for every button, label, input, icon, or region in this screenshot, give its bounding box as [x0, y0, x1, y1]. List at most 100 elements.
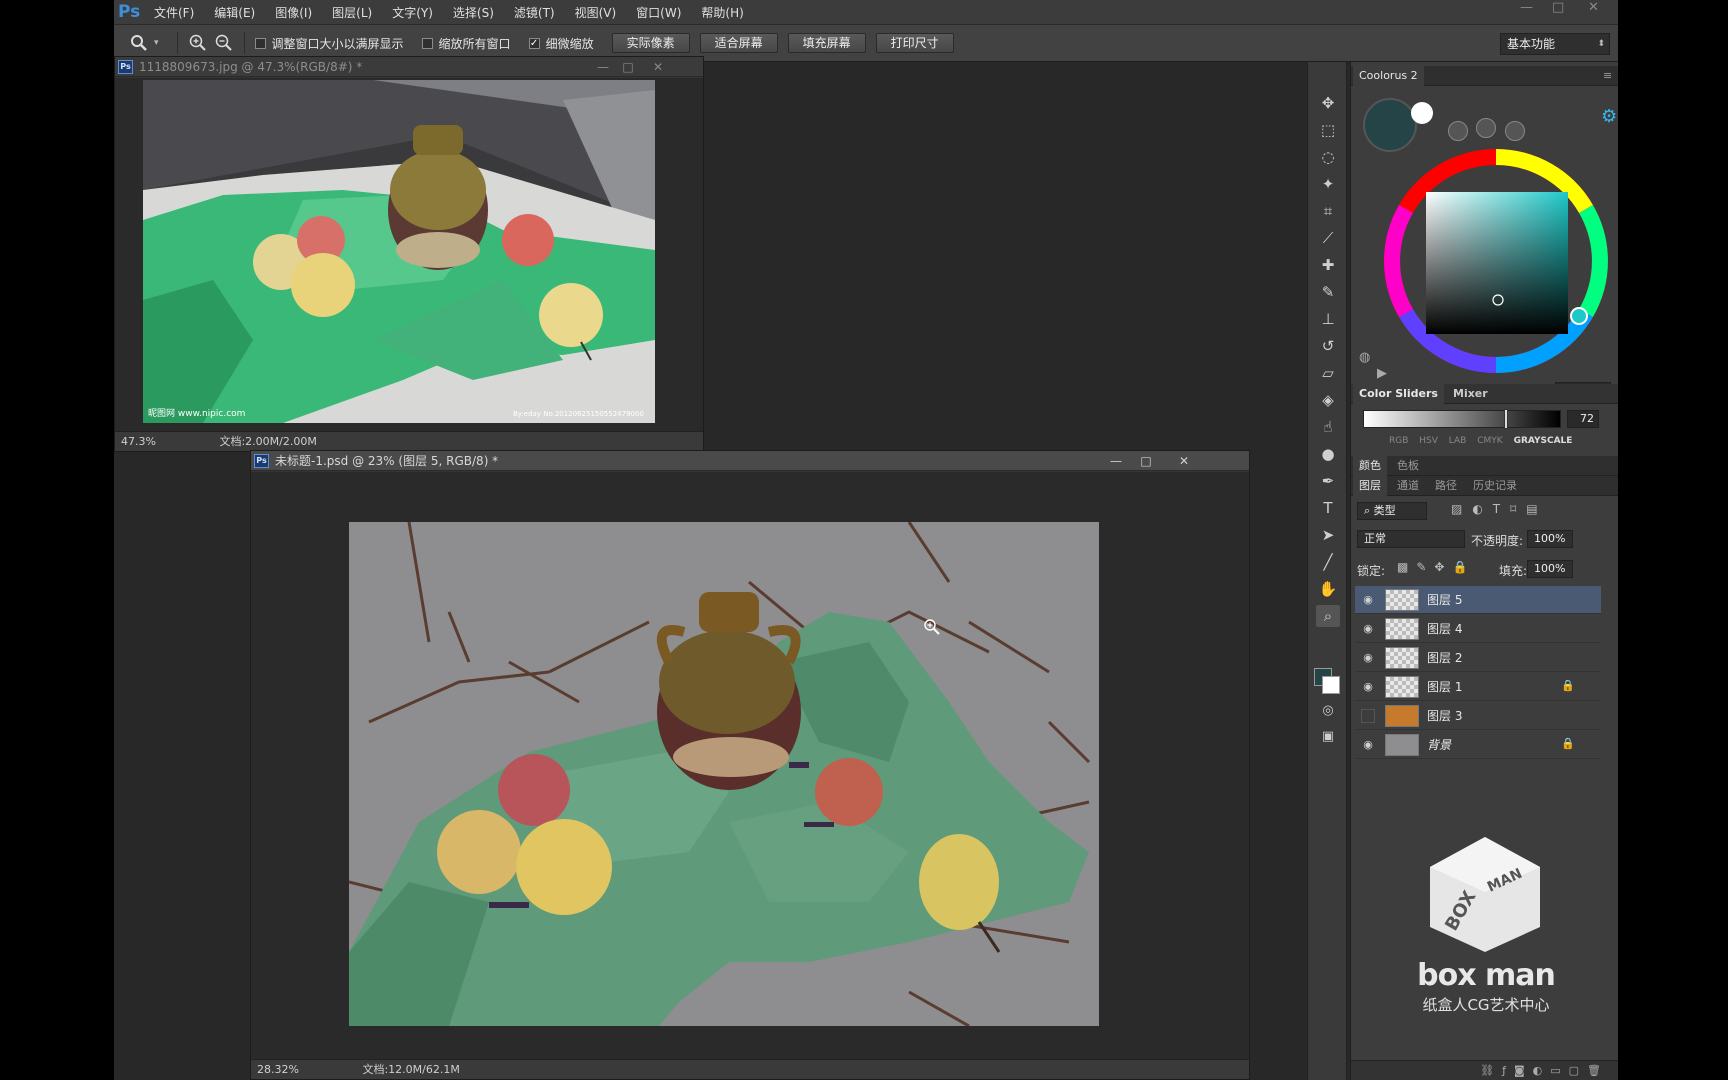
layer-row-background[interactable]: ◉ 背景 🔒 — [1355, 731, 1601, 759]
play-icon[interactable]: ▶ — [1377, 366, 1387, 381]
history-brush-tool-icon[interactable]: ↺ — [1316, 335, 1340, 357]
visibility-eye-icon[interactable]: ◉ — [1361, 680, 1375, 694]
harmony-icon[interactable] — [1476, 118, 1496, 138]
layers-footer-buttons[interactable]: ⛓ƒ◙◐▭▢🗑 — [1351, 1060, 1618, 1080]
harmony-icon[interactable] — [1448, 121, 1468, 141]
mode-cmyk[interactable]: CMYK — [1477, 436, 1502, 446]
layer-row-3[interactable]: 图层 3 — [1355, 702, 1601, 730]
path-selection-tool-icon[interactable]: ➤ — [1316, 524, 1340, 546]
zoom-out-icon[interactable] — [214, 33, 234, 53]
menu-layer[interactable]: 图层(L) — [332, 4, 372, 21]
swatches-tab[interactable]: 色板 — [1391, 456, 1425, 476]
mode-lab[interactable]: LAB — [1449, 436, 1467, 446]
color-tab[interactable]: 颜色 — [1353, 456, 1387, 476]
scrubby-zoom-option[interactable]: ✓ 细微缩放 — [528, 35, 594, 52]
quick-mask-icon[interactable]: ◎ — [1316, 700, 1340, 722]
reference-zoom-value[interactable]: 47.3% — [121, 435, 156, 448]
menu-window[interactable]: 窗口(W) — [636, 4, 681, 21]
workspace-select[interactable]: 基本功能 ⬍ — [1500, 33, 1610, 55]
panel-menu-icon[interactable]: ≡ — [1597, 66, 1618, 86]
menu-view[interactable]: 视图(V) — [575, 4, 617, 21]
menu-filter[interactable]: 滤镜(T) — [514, 4, 555, 21]
print-size-button[interactable]: 打印尺寸 — [875, 33, 954, 53]
layer-row-4[interactable]: ◉ 图层 4 — [1355, 615, 1601, 643]
menu-file[interactable]: 文件(F) — [154, 4, 194, 21]
move-tool-icon[interactable]: ✥ — [1316, 92, 1340, 114]
main-document-titlebar[interactable]: Ps 未标题-1.psd @ 23% (图层 5, RGB/8) * — □ ✕ — [251, 451, 1249, 471]
doc1-maximize-icon[interactable]: □ — [615, 57, 641, 77]
lock-icons[interactable]: ▩✎✥🔒 — [1397, 560, 1475, 574]
dodge-tool-icon[interactable]: ● — [1316, 443, 1340, 465]
screen-mode-icon[interactable]: ▣ — [1316, 726, 1340, 748]
secondary-color-circle[interactable] — [1411, 102, 1433, 124]
background-color-swatch[interactable] — [1322, 676, 1340, 694]
layer-filter-select[interactable]: ⌕ 类型 — [1357, 502, 1427, 520]
healing-brush-tool-icon[interactable]: ✚ — [1316, 254, 1340, 276]
zoom-in-icon[interactable] — [188, 33, 208, 53]
settings-gear-icon[interactable]: ⚙ — [1601, 106, 1617, 127]
reference-document-window[interactable]: Ps 1118809673.jpg @ 47.3%(RGB/8#) * — □ … — [114, 56, 704, 452]
menu-help[interactable]: 帮助(H) — [701, 4, 743, 21]
actual-pixels-button[interactable]: 实际像素 — [611, 33, 690, 53]
layer-filter-icons[interactable]: ▨◐T⌑▤ — [1451, 502, 1548, 516]
zoom-tool-icon[interactable]: ⌕ — [1316, 605, 1340, 627]
doc2-maximize-icon[interactable]: □ — [1133, 451, 1159, 471]
layer-row-2[interactable]: ◉ 图层 2 — [1355, 644, 1601, 672]
harmony-icon[interactable] — [1505, 121, 1525, 141]
tool-preset-chevron-icon[interactable]: ▾ — [154, 38, 159, 48]
painting-canvas[interactable] — [349, 522, 1099, 1026]
hand-tool-icon[interactable]: ✋ — [1316, 578, 1340, 600]
scrubby-zoom-checkbox[interactable]: ✓ — [528, 37, 540, 49]
grayscale-slider-handle[interactable] — [1504, 409, 1508, 429]
mode-rgb[interactable]: RGB — [1389, 436, 1408, 446]
eyedropper-tool-icon[interactable]: ⟋ — [1316, 227, 1340, 249]
magnifier-icon[interactable] — [128, 32, 150, 54]
reference-canvas-area[interactable]: 昵图网 www.nipic.com By:eday No.20120625150… — [115, 78, 703, 433]
clone-stamp-tool-icon[interactable]: ⊥ — [1316, 308, 1340, 330]
fill-screen-button[interactable]: 填充屏幕 — [787, 33, 866, 53]
doc1-minimize-icon[interactable]: — — [590, 57, 616, 77]
eraser-tool-icon[interactable]: ▱ — [1316, 362, 1340, 384]
blend-mode-select[interactable]: 正常 — [1357, 530, 1465, 548]
resize-windows-checkbox[interactable] — [254, 37, 266, 49]
color-wheel[interactable] — [1381, 146, 1611, 376]
main-zoom-value[interactable]: 28.32% — [257, 1063, 299, 1076]
fit-screen-button[interactable]: 适合屏幕 — [699, 33, 778, 53]
fill-input[interactable]: 100% — [1527, 560, 1573, 578]
reference-document-titlebar[interactable]: Ps 1118809673.jpg @ 47.3%(RGB/8#) * — □ … — [115, 57, 703, 77]
layers-tab[interactable]: 图层 — [1353, 476, 1387, 496]
paint-bucket-tool-icon[interactable]: ◈ — [1316, 389, 1340, 411]
resize-windows-option[interactable]: 调整窗口大小以满屏显示 — [254, 35, 404, 52]
history-tab[interactable]: 历史记录 — [1467, 476, 1523, 496]
current-color-circle[interactable] — [1363, 98, 1417, 152]
layer-row-5[interactable]: ◉ 图层 5 — [1355, 586, 1601, 614]
menu-edit[interactable]: 编辑(E) — [214, 4, 255, 21]
doc2-minimize-icon[interactable]: — — [1103, 451, 1129, 471]
lasso-tool-icon[interactable]: ◌ — [1316, 146, 1340, 168]
paths-tab[interactable]: 路径 — [1429, 476, 1463, 496]
zoom-all-option[interactable]: 缩放所有窗口 — [421, 35, 511, 52]
main-document-window[interactable]: Ps 未标题-1.psd @ 23% (图层 5, RGB/8) * — □ ✕ — [250, 450, 1250, 1080]
menu-image[interactable]: 图像(I) — [275, 4, 312, 21]
doc2-close-icon[interactable]: ✕ — [1171, 451, 1197, 471]
color-sliders-tab[interactable]: Color Sliders — [1353, 384, 1444, 404]
layer-row-1[interactable]: ◉ 图层 1 🔒 — [1355, 673, 1601, 701]
menu-select[interactable]: 选择(S) — [453, 4, 494, 21]
visibility-eye-icon[interactable]: ◉ — [1361, 738, 1375, 752]
crop-tool-icon[interactable]: ⌗ — [1316, 200, 1340, 222]
visibility-eye-icon[interactable]: ◉ — [1361, 651, 1375, 665]
visibility-eye-icon[interactable]: ◉ — [1361, 593, 1375, 607]
visibility-eye-icon[interactable]: ◉ — [1361, 622, 1375, 636]
mode-hsv[interactable]: HSV — [1419, 436, 1438, 446]
mixer-tab[interactable]: Mixer — [1447, 384, 1494, 404]
app-close-icon[interactable]: ✕ — [1588, 0, 1599, 15]
slider-value-input[interactable]: 72 — [1567, 410, 1599, 428]
magic-wand-tool-icon[interactable]: ✦ — [1316, 173, 1340, 195]
opacity-input[interactable]: 100% — [1527, 530, 1573, 548]
app-minimize-icon[interactable]: — — [1520, 0, 1533, 15]
coolorus-tab[interactable]: Coolorus 2 — [1353, 66, 1424, 86]
type-tool-icon[interactable]: T — [1316, 497, 1340, 519]
visibility-eye-hidden-icon[interactable] — [1361, 709, 1375, 723]
brush-tool-icon[interactable]: ✎ — [1316, 281, 1340, 303]
pen-tool-icon[interactable]: ✒ — [1316, 470, 1340, 492]
